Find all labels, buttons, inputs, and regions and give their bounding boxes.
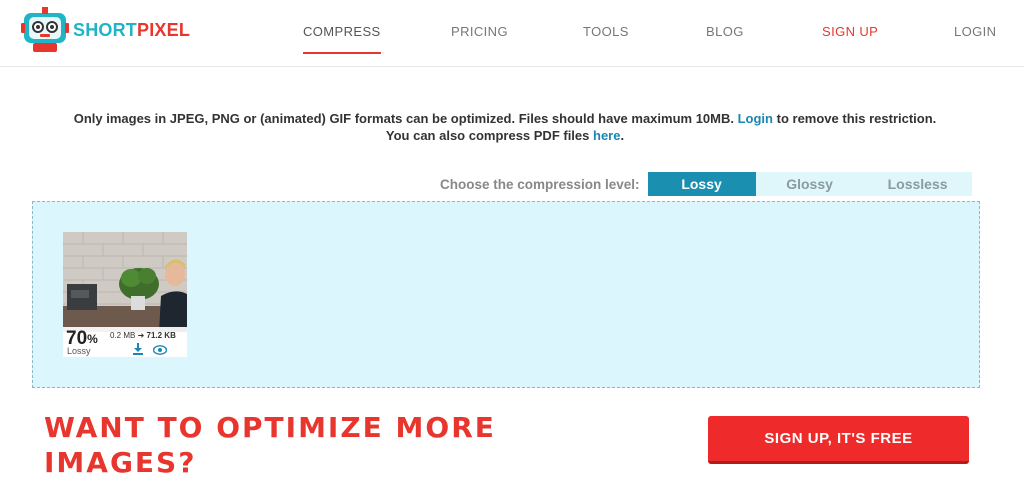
nav-signup[interactable]: SIGN UP	[822, 24, 878, 39]
preview-eye-icon[interactable]	[153, 345, 167, 355]
nav-pricing[interactable]: PRICING	[451, 24, 508, 39]
compression-level-selector: Choose the compression level: Lossy Glos…	[440, 172, 972, 196]
cta-headline: WANT TO OPTIMIZE MORE IMAGES?	[44, 411, 496, 479]
lossy-option[interactable]: Lossy	[647, 172, 756, 196]
notice-line-2-after: .	[620, 128, 625, 143]
nav-login[interactable]: LOGIN	[954, 24, 996, 39]
compression-result: 70% Lossy 0.2 MB ➜ 71.2 KB	[63, 327, 187, 357]
compressed-size: 71.2 KB	[146, 331, 176, 340]
notice-line-2: You can also compress PDF files here.	[0, 127, 1010, 144]
notice-line-1: Only images in JPEG, PNG or (animated) G…	[0, 110, 1010, 127]
nav-blog[interactable]: BLOG	[706, 24, 744, 39]
lossless-option[interactable]: Lossless	[863, 172, 972, 196]
notice-line-1-text: Only images in JPEG, PNG or (animated) G…	[73, 111, 734, 126]
login-link[interactable]: Login	[738, 111, 773, 126]
original-size: 0.2 MB	[110, 331, 136, 340]
download-icon[interactable]	[132, 343, 144, 355]
percent-sign: %	[87, 332, 98, 346]
compression-level-label: Choose the compression level:	[440, 176, 640, 192]
glossy-option[interactable]: Glossy	[755, 172, 864, 196]
result-thumbnail[interactable]: 70% Lossy 0.2 MB ➜ 71.2 KB	[63, 232, 187, 357]
notice-line-2-text: You can also compress PDF files	[385, 128, 590, 143]
signup-free-button[interactable]: SIGN UP, IT'S FREE	[708, 416, 969, 464]
format-notice: Only images in JPEG, PNG or (animated) G…	[0, 110, 1010, 144]
nav-tools[interactable]: TOOLS	[583, 24, 629, 39]
size-comparison: 0.2 MB ➜ 71.2 KB	[110, 331, 176, 340]
site-header: SHORTPIXEL COMPRESS PRICING TOOLS BLOG S…	[0, 0, 1024, 67]
compression-mode-label: Lossy	[67, 346, 91, 356]
arrow-icon: ➜	[137, 331, 145, 340]
pdf-here-link[interactable]: here	[593, 128, 620, 143]
main-nav: COMPRESS PRICING TOOLS BLOG SIGN UP LOGI…	[0, 0, 1024, 67]
nav-compress[interactable]: COMPRESS	[303, 24, 381, 54]
notice-line-1-after: to remove this restriction.	[776, 111, 937, 126]
uploaded-photo	[63, 232, 187, 332]
